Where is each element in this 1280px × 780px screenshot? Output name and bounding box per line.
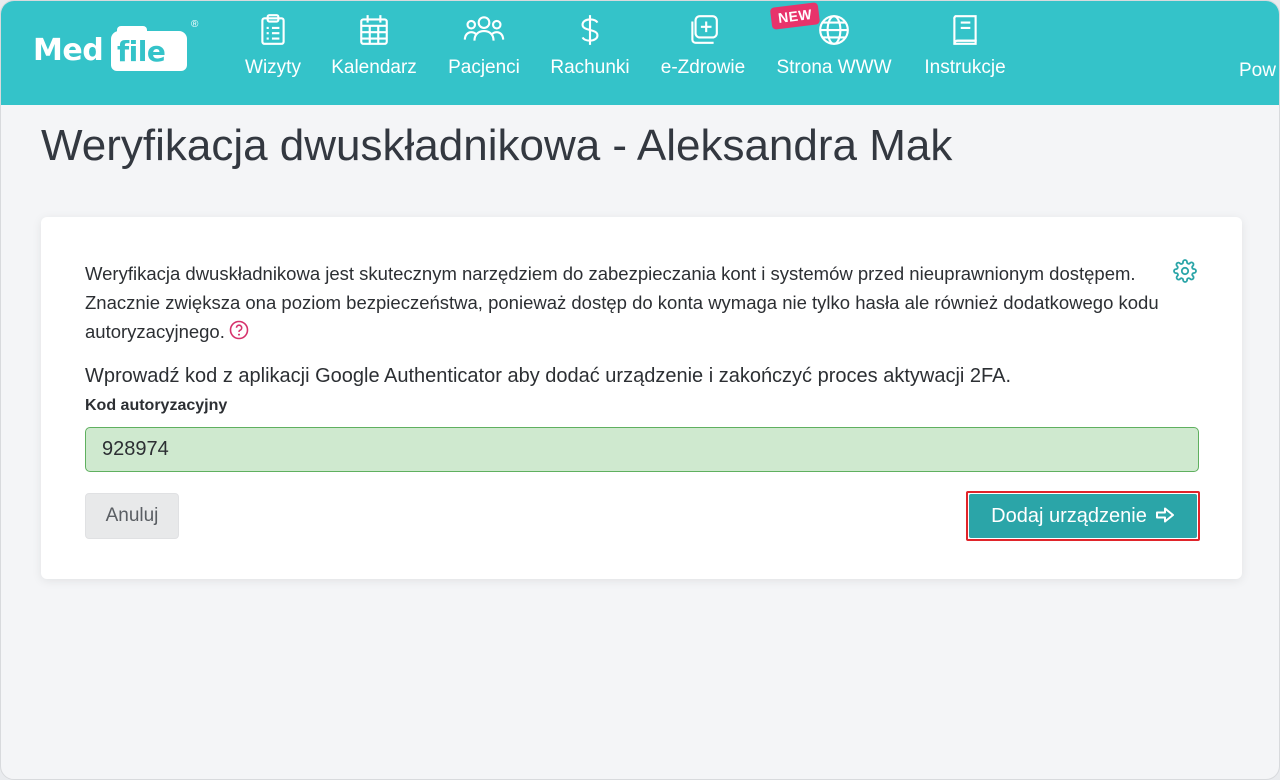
logo-text-file: file	[117, 35, 166, 68]
nav-item-pacjenci[interactable]: Pacjenci	[443, 13, 525, 93]
calendar-icon	[360, 15, 388, 45]
cancel-button[interactable]: Anuluj	[85, 493, 179, 539]
book-icon	[953, 15, 977, 45]
dollar-icon	[581, 15, 599, 45]
nav-item-label: Kalendarz	[331, 57, 417, 78]
add-device-label: Dodaj urządzenie	[991, 505, 1147, 527]
arrow-right-icon	[1155, 507, 1174, 523]
nav-item-e-zdrowie[interactable]: e-Zdrowie	[655, 13, 751, 93]
two-factor-card: Weryfikacja dwuskładnikowa jest skuteczn…	[41, 217, 1242, 579]
nav-item-cut-off[interactable]: Pow	[1239, 60, 1276, 82]
nav-item-label: e-Zdrowie	[660, 57, 746, 78]
users-icon	[463, 16, 505, 41]
authorization-code-input[interactable]: 928974	[85, 427, 1199, 472]
code-field-label: Kod autoryzacyjny	[85, 397, 228, 414]
top-navbar: Med file ® Wizyty Kalendarz Pacjenci Rac…	[1, 1, 1279, 105]
nav-item-label: Strona WWW	[776, 57, 892, 78]
registered-mark: ®	[191, 19, 199, 30]
app-window: Med file ® Wizyty Kalendarz Pacjenci Rac…	[0, 0, 1280, 780]
nav-item-rachunki[interactable]: Rachunki	[546, 13, 634, 93]
description-text: Weryfikacja dwuskładnikowa jest skuteczn…	[85, 259, 1165, 346]
gear-icon[interactable]	[1173, 259, 1197, 283]
nav-item-wizyty[interactable]: Wizyty	[241, 13, 305, 93]
nav-item-kalendarz[interactable]: Kalendarz	[325, 13, 423, 93]
logo-text-med: Med	[33, 33, 104, 68]
medical-plus-icon	[691, 15, 718, 44]
help-icon[interactable]	[229, 320, 249, 340]
nav-item-label: Rachunki	[550, 57, 630, 78]
page-title: Weryfikacja dwuskładnikowa - Aleksandra …	[41, 121, 953, 170]
medfile-logo[interactable]: Med file ®	[31, 19, 203, 75]
nav-item-label: Instrukcje	[924, 57, 1006, 78]
nav-item-label: Pacjenci	[448, 57, 520, 78]
clipboard-icon	[261, 14, 285, 45]
nav-item-label: Wizyty	[245, 57, 301, 78]
add-device-button[interactable]: Dodaj urządzenie	[969, 494, 1197, 538]
nav-item-instrukcje[interactable]: Instrukcje	[918, 13, 1012, 93]
globe-icon	[819, 15, 849, 45]
instruction-text: Wprowadź kod z aplikacji Google Authenti…	[85, 365, 1012, 387]
